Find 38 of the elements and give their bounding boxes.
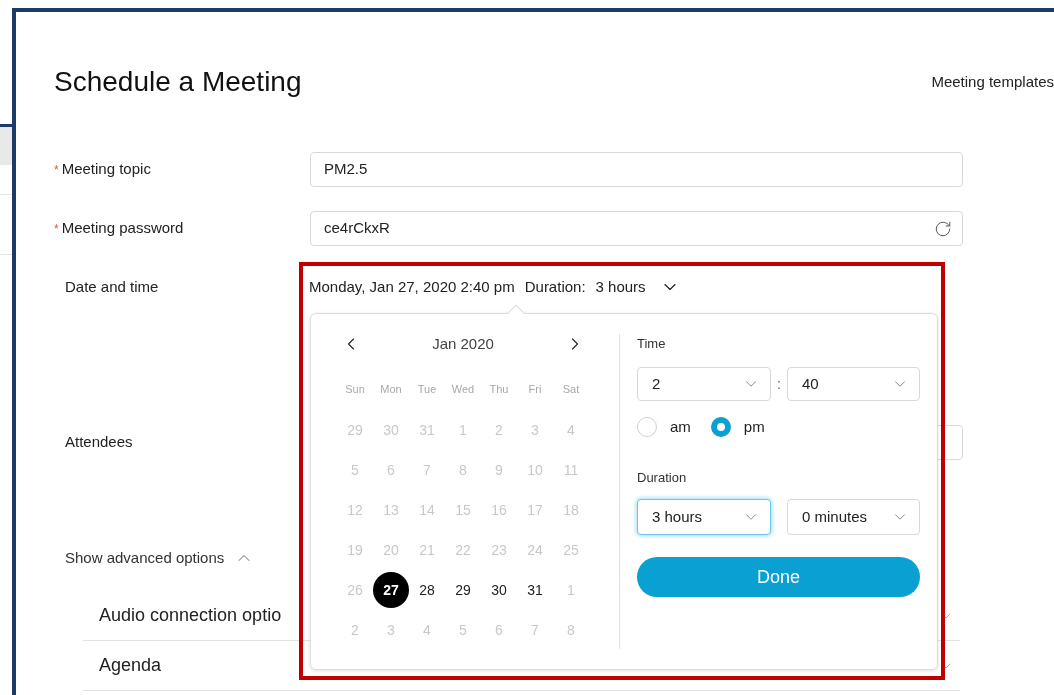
calendar-day[interactable]: 30 — [481, 572, 517, 608]
weekday-label: Sat — [561, 382, 581, 397]
calendar-day[interactable]: 28 — [409, 572, 445, 608]
calendar-day[interactable]: 29 — [445, 572, 481, 608]
minute-select[interactable]: 40 — [787, 367, 920, 401]
duration-label: Duration — [637, 470, 688, 486]
done-button[interactable]: Done — [637, 557, 920, 597]
period-radio[interactable]: am — [637, 415, 691, 439]
weekday-label: Tue — [416, 382, 438, 397]
weekday-label: Wed — [450, 382, 476, 397]
weekday-label: Fri — [527, 382, 543, 397]
period-radio[interactable]: pm — [710, 415, 765, 439]
topic-field[interactable]: PM2.5 — [310, 152, 963, 187]
date-time-summary[interactable]: Monday, Jan 27, 2020 2:40 pm Duration: 3 hours — [309, 275, 680, 299]
weekday-label: Sun — [344, 382, 366, 397]
weekday-label: Mon — [379, 382, 403, 397]
password-field[interactable]: ce4rCkxR — [310, 211, 963, 246]
required-icon: * — [54, 160, 59, 179]
section-title[interactable]: Audio connection optio — [99, 602, 282, 629]
field-label: Attendees — [65, 433, 133, 451]
month-label: Jan 2020 — [432, 333, 494, 354]
field-label: Date and time — [65, 276, 159, 297]
calendar-day[interactable]: 31 — [517, 572, 553, 608]
advanced-options-toggle[interactable]: Show advanced options — [65, 546, 255, 570]
field-label: Meeting topic — [61, 159, 151, 180]
refresh-icon[interactable] — [934, 219, 952, 238]
templates-link[interactable]: Meeting templates — [931, 70, 1054, 94]
required-icon: * — [54, 219, 59, 238]
field-label: Meeting password — [61, 218, 184, 239]
time-separator: : — [776, 374, 782, 394]
weekday-label: Thu — [488, 382, 510, 397]
dialog-title: Schedule a Meeting — [54, 65, 302, 99]
hours-select[interactable]: 3 hours — [637, 499, 771, 535]
hour-select[interactable]: 2 — [637, 367, 771, 401]
section-title[interactable]: Agenda — [99, 652, 162, 679]
minutes-select[interactable]: 0 minutes — [787, 499, 920, 535]
time-label: Time — [637, 336, 667, 352]
calendar-day[interactable]: 27 — [373, 572, 409, 608]
